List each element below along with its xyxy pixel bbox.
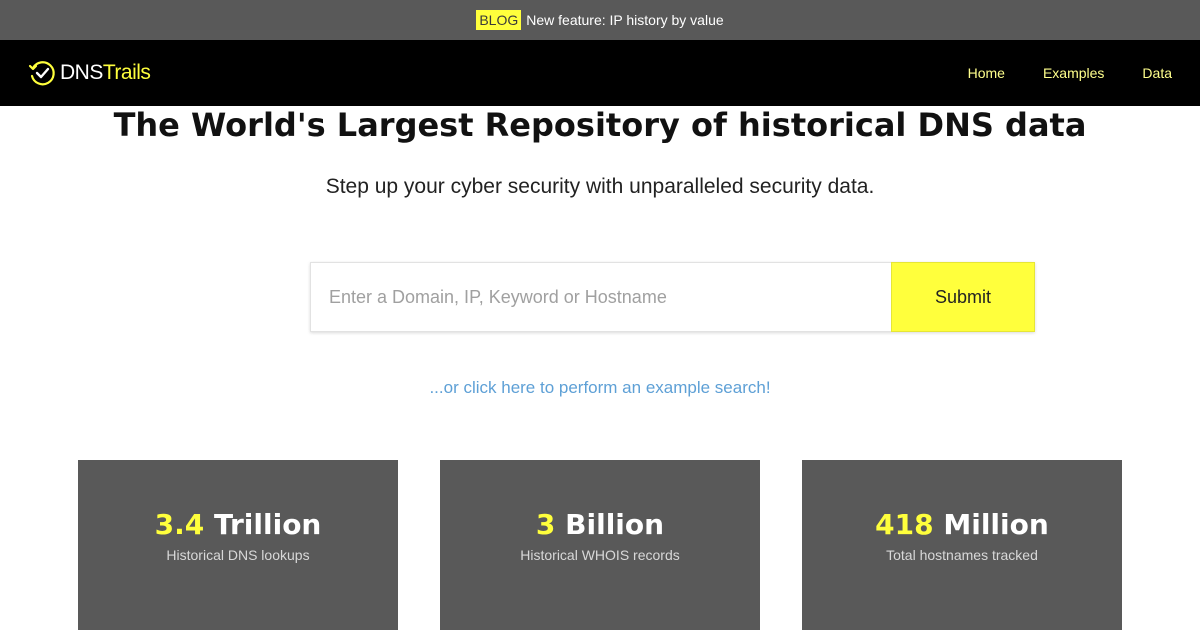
example-search-link[interactable]: ...or click here to perform an example s… <box>0 378 1200 398</box>
brand-name-trails: Trails <box>102 61 151 84</box>
nav-home-link[interactable]: Home <box>968 65 1005 81</box>
stat-number: 3.4 <box>154 508 205 541</box>
stat-value: 3.4 Trillion <box>78 508 398 541</box>
hero-title: The World's Largest Repository of histor… <box>113 106 1087 144</box>
stat-card-dns-lookups: 3.4 Trillion Historical DNS lookups <box>78 460 398 630</box>
blog-tag[interactable]: BLOG <box>476 10 522 30</box>
stat-unit: Million <box>943 508 1049 541</box>
announcement-message[interactable]: New feature: IP history by value <box>526 12 723 28</box>
top-navbar: DNS Trails Home Examples Data <box>0 40 1200 106</box>
search-form: Submit <box>310 262 1035 332</box>
stat-label: Historical DNS lookups <box>166 547 310 563</box>
nav-data-link[interactable]: Data <box>1142 65 1172 81</box>
search-input[interactable] <box>310 262 891 332</box>
stat-unit: Billion <box>565 508 665 541</box>
brand-logo[interactable]: DNS Trails <box>28 59 151 87</box>
stat-unit: Trillion <box>213 508 322 541</box>
clock-check-icon <box>28 61 55 86</box>
stat-card-whois-records: 3 Billion Historical WHOIS records <box>440 460 760 630</box>
stat-number: 3 <box>535 508 556 541</box>
submit-button[interactable]: Submit <box>891 262 1035 332</box>
nav-links: Home Examples Data <box>968 65 1172 81</box>
stat-label: Historical WHOIS records <box>520 547 680 563</box>
nav-examples-link[interactable]: Examples <box>1043 65 1104 81</box>
stat-value: 418 Million <box>802 508 1122 541</box>
stat-card-hostnames: 418 Million Total hostnames tracked <box>802 460 1122 630</box>
announcement-bar[interactable]: BLOG New feature: IP history by value <box>0 0 1200 40</box>
stat-number: 418 <box>875 508 934 541</box>
stat-label: Total hostnames tracked <box>886 547 1038 563</box>
brand-name-dns: DNS <box>60 61 103 84</box>
hero-subtitle: Step up your cyber security with unparal… <box>325 175 875 198</box>
stat-value: 3 Billion <box>440 508 760 541</box>
